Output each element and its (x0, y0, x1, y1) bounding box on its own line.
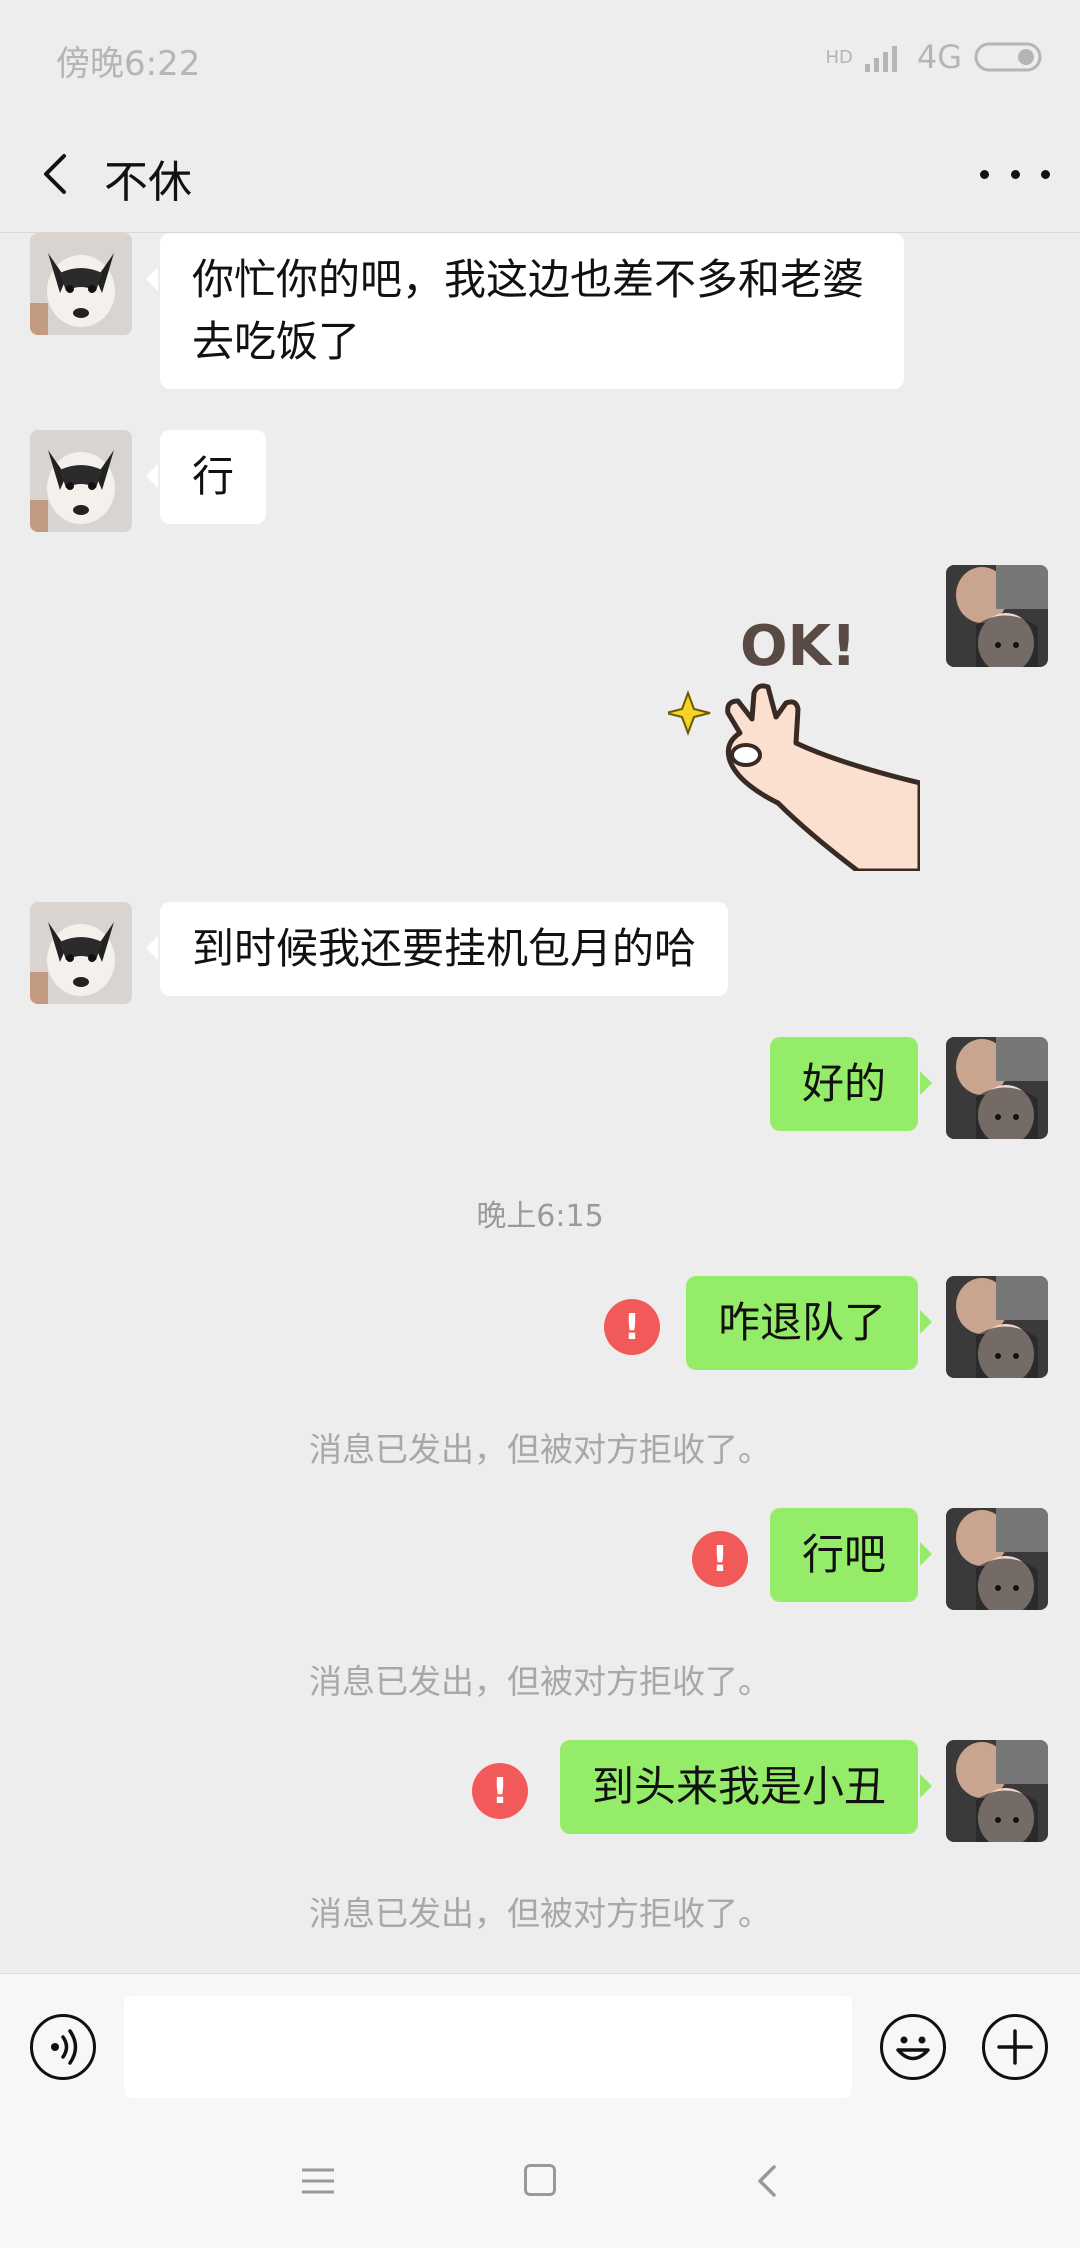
rejected-notice: 消息已发出，但被对方拒收了。 (309, 1430, 771, 1469)
home-icon[interactable] (524, 2164, 556, 2196)
status-indicators: HD 4G (825, 38, 1042, 76)
battery-icon (974, 42, 1042, 72)
rejected-notice: 消息已发出，但被对方拒收了。 (309, 1894, 771, 1933)
error-icon[interactable]: ! (604, 1299, 660, 1355)
outgoing-message[interactable]: 咋退队了 (685, 1276, 933, 1370)
status-time: 傍晚6:22 (56, 44, 201, 84)
signal-icon (864, 46, 897, 72)
chat-title: 不休 (104, 157, 192, 208)
my-avatar[interactable] (946, 1508, 1048, 1610)
sticker-text: OK! (740, 614, 857, 679)
outgoing-message[interactable]: 行吧 (769, 1508, 933, 1602)
incoming-message[interactable]: 行 (145, 430, 267, 524)
my-avatar[interactable] (946, 1276, 1048, 1378)
voice-icon[interactable] (30, 2014, 96, 2080)
menu-icon[interactable] (300, 2166, 336, 2196)
my-avatar[interactable] (946, 565, 1048, 667)
incoming-message[interactable]: 你忙你的吧，我这边也差不多和老婆去吃饭了 (146, 233, 904, 389)
contact-avatar[interactable] (30, 430, 132, 532)
chat-header: 不休 (0, 116, 1080, 233)
outgoing-message[interactable]: 到头来我是小丑 (559, 1740, 933, 1834)
contact-avatar[interactable] (30, 902, 132, 1004)
time-divider: 晚上6:15 (476, 1199, 604, 1234)
my-avatar[interactable] (946, 1740, 1048, 1842)
message-input[interactable] (124, 1996, 852, 2098)
error-icon[interactable]: ! (692, 1531, 748, 1587)
ok-sticker[interactable]: OK! (665, 583, 923, 874)
contact-avatar[interactable] (30, 233, 132, 335)
rejected-notice: 消息已发出，但被对方拒收了。 (309, 1662, 771, 1701)
my-avatar[interactable] (946, 1037, 1048, 1139)
emoji-icon[interactable] (880, 2014, 946, 2080)
incoming-message[interactable]: 到时候我还要挂机包月的哈 (145, 902, 729, 996)
outgoing-message[interactable]: 好的 (769, 1037, 933, 1131)
error-icon[interactable]: ! (472, 1763, 528, 1819)
chevron-left-icon[interactable] (30, 146, 86, 202)
status-bar: 傍晚6:22 HD 4G (0, 0, 1080, 116)
more-icon[interactable] (980, 150, 1050, 198)
input-bar (0, 1973, 1080, 2120)
message-list[interactable]: 你忙你的吧，我这边也差不多和老婆去吃饭了 行 OK! 到时候我还要挂机包月的哈 … (0, 233, 1080, 1973)
plus-icon[interactable] (982, 2014, 1048, 2080)
hd-label: HD (825, 46, 853, 68)
system-nav-bar (0, 2120, 1080, 2248)
network-label: 4G (916, 38, 962, 76)
back-icon[interactable] (752, 2164, 782, 2198)
